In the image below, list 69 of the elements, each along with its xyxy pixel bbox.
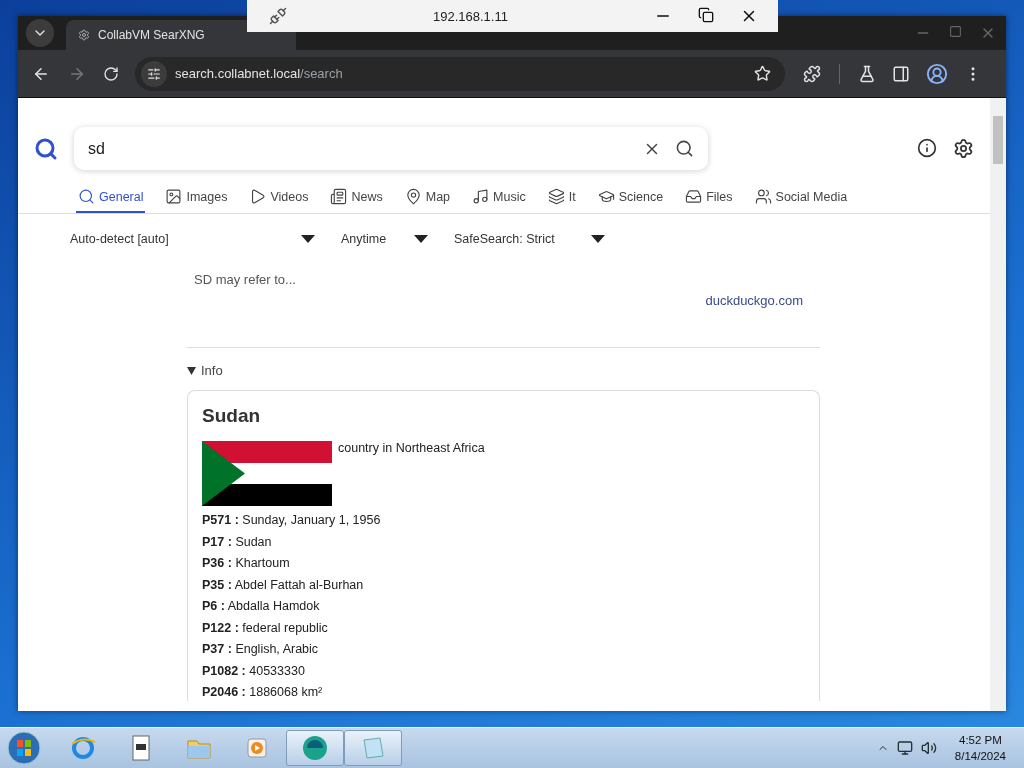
it-category-icon <box>547 188 565 205</box>
caret-icon <box>301 235 315 243</box>
science-category-icon <box>597 188 615 205</box>
map-category-icon <box>404 188 422 205</box>
source-link[interactable]: duckduckgo.com <box>705 293 803 308</box>
general-category-icon <box>78 188 95 205</box>
filter-select[interactable]: Anytime <box>341 232 428 246</box>
category-tab[interactable]: General <box>76 188 146 213</box>
disclosure-icon <box>187 366 196 375</box>
filter-select[interactable]: SafeSearch: Strict <box>454 232 605 246</box>
property-line: P571 : Sunday, January 1, 1956 <box>202 512 382 529</box>
category-tab[interactable]: Map <box>402 188 453 213</box>
volume-icon[interactable] <box>920 740 937 756</box>
bookmark-star-icon[interactable] <box>754 65 771 82</box>
category-tab[interactable]: It <box>545 188 578 213</box>
infobox-title: Sudan <box>202 405 262 427</box>
files-category-icon <box>685 188 703 205</box>
clock[interactable]: 4:52 PM 8/14/2024 <box>954 732 1006 764</box>
globe-icon <box>301 734 329 762</box>
taskbar-button[interactable] <box>286 730 344 766</box>
site-info-icon[interactable] <box>147 66 161 81</box>
category-tab[interactable]: Science <box>595 188 666 213</box>
category-tab[interactable]: Social Media <box>752 188 850 213</box>
filter-select[interactable]: Auto-detect [auto] <box>70 232 315 246</box>
search-icon[interactable] <box>675 139 694 158</box>
property-line: P122 : federal republic <box>202 619 329 636</box>
property-line: P37 : English, Arabic <box>202 641 320 658</box>
videos-category-icon <box>249 188 267 205</box>
settings-icon[interactable] <box>953 138 974 159</box>
scrollbar[interactable] <box>990 98 1006 711</box>
category-tab[interactable]: Files <box>683 188 735 213</box>
extensions-icon[interactable] <box>803 64 821 83</box>
reload-icon[interactable] <box>103 65 119 82</box>
images-category-icon <box>165 188 183 205</box>
property-line: P2046 : 1886068 km² <box>202 684 324 701</box>
info-icon[interactable] <box>917 138 937 158</box>
property-line: P17 : Sudan <box>202 533 273 550</box>
address-bar[interactable]: search.collabnet.local/search <box>135 56 785 91</box>
category-tab[interactable]: News <box>328 188 385 213</box>
side-panel-icon[interactable] <box>892 64 910 83</box>
search-logo-icon[interactable] <box>34 136 58 161</box>
info-toggle[interactable]: Info <box>187 363 820 378</box>
gear-icon <box>78 29 90 41</box>
property-line: P35 : Abdel Fattah al-Burhan <box>202 576 365 593</box>
social-category-icon <box>754 188 772 205</box>
flask-icon[interactable] <box>858 64 876 83</box>
property-line: P1082 : 40533330 <box>202 662 306 679</box>
category-tab[interactable]: Images <box>163 188 230 213</box>
caret-icon <box>414 235 428 243</box>
music-category-icon <box>472 188 490 205</box>
profile-icon[interactable] <box>926 62 948 85</box>
network-icon[interactable] <box>896 740 913 756</box>
category-tab[interactable]: Videos <box>247 188 311 213</box>
restore-icon[interactable] <box>698 7 714 23</box>
browser-tab[interactable]: CollabVM SearXNG <box>66 20 296 50</box>
property-line: P36 : Khartoum <box>202 555 291 572</box>
category-tab[interactable]: Music <box>470 188 528 213</box>
remote-address: 192.168.1.11 <box>432 8 509 24</box>
search-field[interactable]: sd <box>74 127 708 170</box>
infobox-description: country in Northeast Africa <box>338 441 485 455</box>
property-line: P6 : Abdalla Hamdok <box>202 598 321 615</box>
browser-icon <box>69 734 97 762</box>
unplug-icon[interactable] <box>269 7 287 25</box>
news-category-icon <box>330 188 348 205</box>
answer-text: SD may refer to... <box>193 272 297 287</box>
start-button[interactable] <box>6 730 42 766</box>
tab-search-button[interactable] <box>26 19 54 47</box>
caret-icon <box>591 235 605 243</box>
maximize-icon[interactable] <box>949 25 962 38</box>
